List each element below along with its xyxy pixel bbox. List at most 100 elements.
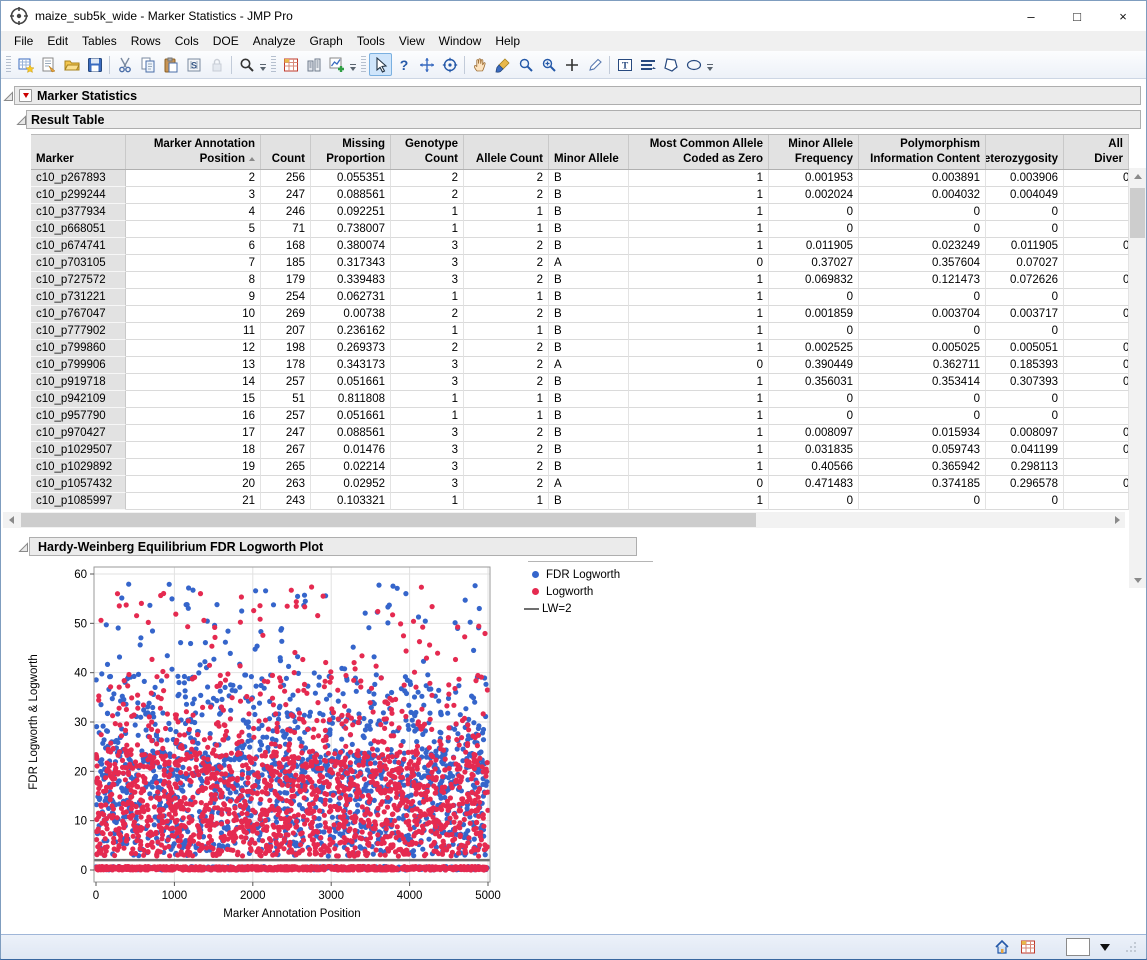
status-dropdown-arrow[interactable] (1100, 944, 1110, 951)
zoom-out-button[interactable] (514, 53, 537, 76)
data-table-icon[interactable] (1018, 938, 1038, 956)
toolbar-group-handle[interactable] (361, 56, 366, 74)
menu-analyze[interactable]: Analyze (246, 32, 303, 50)
menu-rows[interactable]: Rows (124, 32, 168, 50)
menu-edit[interactable]: Edit (40, 32, 75, 50)
table-row[interactable]: c10_p72757281790.33948332B10.0698320.121… (31, 272, 1129, 289)
journal-win-button[interactable] (302, 53, 325, 76)
menu-cols[interactable]: Cols (168, 32, 206, 50)
column-header-all-diver[interactable]: AllDiver (1064, 135, 1129, 169)
table-row[interactable]: c10_p94210915510.81180811B1000 (31, 391, 1129, 408)
target-button[interactable] (438, 53, 461, 76)
table-row[interactable]: c10_p799906131780.34317332A00.3904490.36… (31, 357, 1129, 374)
textbox-button[interactable]: T (613, 53, 636, 76)
prefs-button[interactable]: S (182, 53, 205, 76)
brush-button[interactable] (491, 53, 514, 76)
table-row[interactable]: c10_p767047102690.0073822B10.0018590.003… (31, 306, 1129, 323)
column-header-count[interactable]: Count (261, 135, 311, 169)
scroll-left-button[interactable] (3, 512, 19, 528)
minimize-button[interactable]: – (1008, 1, 1054, 31)
table-row[interactable]: c10_p29924432470.08856122B10.0020240.004… (31, 187, 1129, 204)
column-header-heterozygosity[interactable]: Heterozygosity (986, 135, 1064, 169)
plus-button[interactable] (560, 53, 583, 76)
legend-item-logworth[interactable]: Logworth (528, 583, 653, 600)
column-header-minor-allele-frequency[interactable]: Minor AlleleFrequency (769, 135, 859, 169)
disclosure-plot[interactable] (18, 540, 29, 551)
vertical-scrollbar[interactable] (1129, 168, 1146, 588)
red-triangle-menu-button[interactable] (19, 89, 32, 102)
column-header-marker-annotation-position[interactable]: Marker AnnotationPosition (126, 135, 261, 169)
cut-button[interactable] (113, 53, 136, 76)
lines-button[interactable] (636, 53, 659, 76)
legend-item-lw2[interactable]: LW=2 (524, 600, 653, 617)
column-header-marker[interactable]: Marker (31, 135, 126, 169)
lock-button[interactable] (205, 53, 228, 76)
zoom-in-button[interactable] (537, 53, 560, 76)
table-row[interactable]: c10_p1029892192650.0221432B10.405660.365… (31, 459, 1129, 476)
help-button[interactable]: ? (392, 53, 415, 76)
save-button[interactable] (83, 53, 106, 76)
polygon-button[interactable] (659, 53, 682, 76)
disclosure-marker-statistics[interactable] (3, 89, 14, 100)
column-header-genotype-count[interactable]: GenotypeCount (391, 135, 464, 169)
toolbar-group-handle[interactable] (6, 56, 11, 74)
table-row[interactable]: c10_p919718142570.05166132B10.3560310.35… (31, 374, 1129, 391)
table-row[interactable]: c10_p799860121980.26937322B10.0025250.00… (31, 340, 1129, 357)
graph-new-button[interactable] (325, 53, 348, 76)
new-window-button[interactable] (37, 53, 60, 76)
column-header-allele-count[interactable]: Allele Count (464, 135, 549, 169)
search-button[interactable] (235, 53, 258, 76)
menu-tables[interactable]: Tables (75, 32, 124, 50)
toolbar-dropdown-caret[interactable] (348, 54, 358, 76)
toolbar-dropdown-caret[interactable] (705, 54, 715, 76)
vertical-scroll-thumb[interactable] (1130, 188, 1145, 238)
table-row[interactable]: c10_p67474161680.38007432B10.0119050.023… (31, 238, 1129, 255)
hwe-fdr-logworth-plot[interactable]: 0100020003000400050000102030405060Marker… (21, 559, 531, 929)
table-row[interactable]: c10_p1085997212430.10332111B1000 (31, 493, 1129, 510)
horizontal-scroll-thumb[interactable] (21, 513, 756, 527)
paste-button[interactable] (159, 53, 182, 76)
table-win-button[interactable] (279, 53, 302, 76)
menu-graph[interactable]: Graph (302, 32, 349, 50)
scroll-right-button[interactable] (1109, 512, 1125, 528)
scroll-down-button[interactable] (1129, 572, 1146, 588)
hand-button[interactable] (468, 53, 491, 76)
column-header-polymorphism-information-content[interactable]: PolymorphismInformation Content (859, 135, 986, 169)
legend-item-fdr-logworth[interactable]: FDR Logworth (528, 566, 653, 583)
pencil-button[interactable] (583, 53, 606, 76)
move-button[interactable] (415, 53, 438, 76)
scroll-up-button[interactable] (1129, 168, 1146, 184)
menu-tools[interactable]: Tools (350, 32, 392, 50)
toolbar-dropdown-caret[interactable] (258, 54, 268, 76)
menu-doe[interactable]: DOE (206, 32, 246, 50)
menu-window[interactable]: Window (432, 32, 489, 50)
column-header-minor-allele[interactable]: Minor Allele (549, 135, 629, 169)
new-table-button[interactable] (14, 53, 37, 76)
horizontal-scrollbar[interactable] (3, 512, 1125, 528)
table-row[interactable]: c10_p26789322560.05535122B10.0019530.003… (31, 170, 1129, 187)
menu-view[interactable]: View (392, 32, 432, 50)
table-row[interactable]: c10_p6680515710.73800711B1000 (31, 221, 1129, 238)
table-row[interactable]: c10_p1057432202630.0295232A00.4714830.37… (31, 476, 1129, 493)
table-row[interactable]: c10_p70310571850.31734332A00.370270.3576… (31, 255, 1129, 272)
close-button[interactable]: × (1100, 1, 1146, 31)
oval-button[interactable] (682, 53, 705, 76)
open-button[interactable] (60, 53, 83, 76)
table-row[interactable]: c10_p37793442460.09225111B1000 (31, 204, 1129, 221)
table-row[interactable]: c10_p73122192540.06273111B1000 (31, 289, 1129, 306)
maximize-button[interactable]: □ (1054, 1, 1100, 31)
table-row[interactable]: c10_p970427172470.08856132B10.0080970.01… (31, 425, 1129, 442)
column-header-missing-proportion[interactable]: MissingProportion (311, 135, 391, 169)
scatter-plot-canvas[interactable]: 0100020003000400050000102030405060Marker… (21, 559, 531, 929)
table-row[interactable]: c10_p957790162570.05166111B1000 (31, 408, 1129, 425)
menu-help[interactable]: Help (488, 32, 527, 50)
table-row[interactable]: c10_p1029507182670.0147632B10.0318350.05… (31, 442, 1129, 459)
copy-button[interactable] (136, 53, 159, 76)
menu-file[interactable]: File (7, 32, 40, 50)
toolbar-group-handle[interactable] (271, 56, 276, 74)
home-icon[interactable] (992, 938, 1012, 956)
color-swatch[interactable] (1066, 938, 1090, 956)
table-row[interactable]: c10_p777902112070.23616211B1000 (31, 323, 1129, 340)
cursor-button[interactable] (369, 53, 392, 76)
column-header-most-common-allele-coded-as-zero[interactable]: Most Common AlleleCoded as Zero (629, 135, 769, 169)
